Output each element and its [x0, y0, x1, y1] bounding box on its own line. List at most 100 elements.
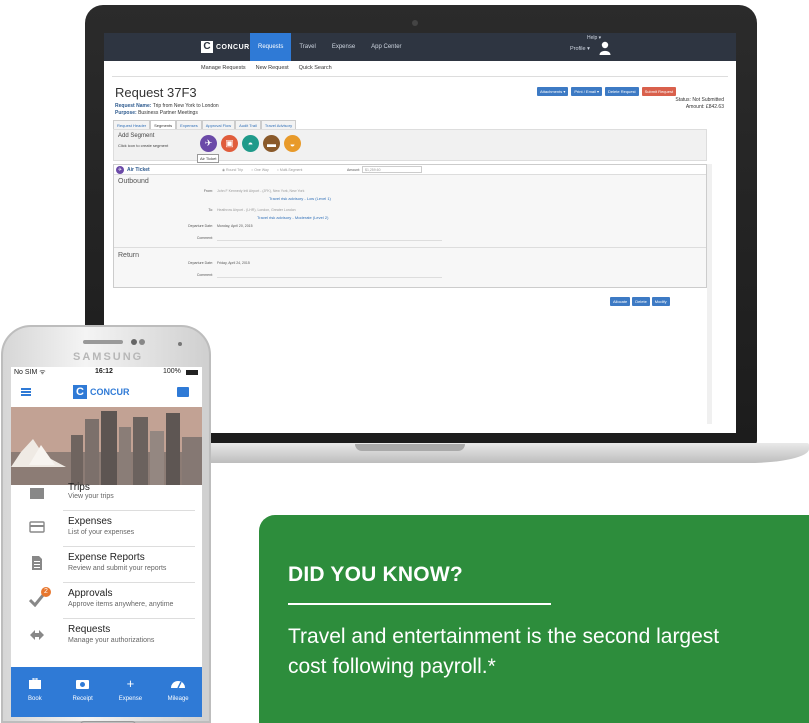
camera-icon [59, 676, 107, 690]
segment-icons: ✈ ▣ ◓ ▬ ◒ [200, 135, 301, 152]
hotel-bed-icon[interactable]: ▬ [263, 135, 280, 152]
concur-logo-icon: C [73, 385, 87, 399]
to-field[interactable]: Heathrow Airport - (LHR), London, Greate… [217, 208, 296, 212]
approvals-badge: 2 [41, 587, 51, 597]
did-you-know-card: DID YOU KNOW? Travel and entertainment i… [259, 515, 809, 723]
return-comment-label: Comment: [196, 273, 213, 277]
return-departure-date[interactable]: Friday, April 24, 2015 [217, 261, 250, 265]
car-icon[interactable]: ◓ [242, 135, 259, 152]
amount-field[interactable]: $1,259.60 [362, 166, 422, 173]
from-advisory-link[interactable]: Travel risk advisory - Low (Level 1) [269, 196, 331, 201]
modify-button[interactable]: Modify [651, 297, 670, 306]
tab-label: Mileage [167, 696, 189, 702]
tab-label: Expense [118, 696, 143, 702]
menu-item-expense-reports[interactable]: Expense Reports Review and submit your r… [11, 547, 202, 583]
profile-menu[interactable]: Profile ▾ [570, 46, 590, 52]
hamburger-menu-icon[interactable] [21, 388, 31, 396]
menu-subtitle: Manage your authorizations [68, 637, 155, 644]
print-email-button[interactable]: Print / Email ▾ [571, 87, 603, 96]
nav-app-center[interactable]: App Center [363, 33, 409, 61]
air-ticket-header: ✈ Air Ticket ◉ Round Trip ○ One Way ○ Mu… [114, 165, 706, 175]
radio-round-trip[interactable]: ◉ Round Trip [222, 168, 243, 172]
callout-underline [288, 603, 551, 605]
user-avatar-icon[interactable] [599, 41, 611, 55]
laptop-camera [412, 20, 418, 26]
mobile-app-screen: No SIM ᯤ 16:12 100% C CONCUR Trips View … [11, 367, 202, 717]
delete-button[interactable]: Delete [632, 297, 650, 306]
subnav-new-request[interactable]: New Request [256, 65, 289, 71]
menu-item-approvals[interactable]: 2 Approvals Approve items anywhere, anyt… [11, 583, 202, 619]
allocate-button[interactable]: Allocate [610, 297, 631, 306]
menu-title: Expense Reports [68, 552, 145, 563]
radio-multi-segment[interactable]: ○ Multi-Segment [277, 168, 303, 172]
suitcase-icon [30, 488, 44, 499]
main-nav: Requests Travel Expense App Center [250, 33, 410, 61]
mobile-header: C CONCUR [11, 379, 202, 405]
concur-logo[interactable]: C CONCUR [201, 40, 250, 54]
taxi-icon[interactable]: ◒ [284, 135, 301, 152]
arrows-icon [30, 630, 44, 640]
radio-one-way[interactable]: ○ One Way [251, 168, 269, 172]
phone-sensor [139, 339, 145, 345]
phone-camera [131, 339, 137, 345]
tab-label: Book [28, 696, 42, 702]
phone-frame: SAMSUNG No SIM ᯤ 16:12 100% C CONCUR Tri… [1, 325, 211, 723]
chat-icon[interactable] [177, 387, 189, 397]
one-way-label: One Way [254, 168, 269, 172]
return-title: Return [118, 252, 140, 259]
battery-icon [186, 370, 198, 375]
subnav-manage-requests[interactable]: Manage Requests [201, 65, 246, 71]
divider [114, 247, 706, 248]
request-name-label: Request Name: [115, 103, 152, 109]
concur-logo: C CONCUR [73, 385, 130, 399]
speedometer-icon [154, 676, 202, 690]
outbound-comment-field[interactable] [217, 240, 442, 241]
plus-icon: + [126, 675, 135, 691]
train-icon[interactable]: ▣ [221, 135, 238, 152]
to-advisory-link[interactable]: Travel risk advisory - Moderate (Level 2… [257, 215, 328, 220]
trip-type-options: ◉ Round Trip ○ One Way ○ Multi-Segment [222, 168, 302, 172]
menu-item-requests[interactable]: Requests Manage your authorizations [11, 619, 202, 655]
scrollbar[interactable] [707, 164, 712, 424]
suitcase-icon [11, 676, 59, 690]
bottom-tab-bar: Book Receipt + Expense Mileage [11, 667, 202, 717]
delete-request-button[interactable]: Delete Request [605, 87, 639, 96]
app-topbar [104, 33, 736, 61]
submit-request-button[interactable]: Submit Request [641, 87, 677, 96]
to-label: To: [208, 208, 213, 212]
from-label: From: [203, 189, 213, 193]
return-comment-field[interactable] [217, 277, 442, 278]
nav-requests[interactable]: Requests [250, 33, 292, 61]
menu-subtitle: View your trips [68, 493, 114, 500]
callout-title: DID YOU KNOW? [288, 563, 463, 586]
nav-travel[interactable]: Travel [291, 33, 323, 61]
from-field[interactable]: John F Kennedy Intl Airport - (JFK), New… [217, 189, 304, 193]
attachments-button[interactable]: Attachments ▾ [537, 87, 569, 96]
tab-book[interactable]: Book [11, 667, 59, 717]
segment-actions: Allocate Delete Modify [610, 297, 670, 306]
menu-subtitle: Review and submit your reports [68, 565, 167, 572]
nav-expense[interactable]: Expense [324, 33, 363, 61]
request-purpose-value: Business Partner Meetings [138, 110, 198, 116]
tab-expense[interactable]: + Expense [107, 667, 155, 717]
multi-segment-label: Multi-Segment [279, 168, 303, 172]
tab-label: Receipt [72, 696, 93, 702]
round-trip-label: Round Trip [226, 168, 244, 172]
request-title: Request 37F3 [115, 85, 197, 100]
menu-title: Expenses [68, 516, 112, 527]
request-name-value: Trip from New York to London [152, 103, 219, 109]
outbound-departure-date[interactable]: Monday, April 20, 2015 [217, 224, 253, 228]
tab-mileage[interactable]: Mileage [154, 667, 202, 717]
menu-subtitle: Approve items anywhere, anytime [68, 601, 174, 608]
airplane-icon[interactable]: ✈ [200, 135, 217, 152]
request-name: Request Name: Trip from New York to Lond… [115, 103, 219, 109]
phone-sensor [178, 342, 182, 346]
divider [112, 76, 728, 77]
tab-receipt[interactable]: Receipt [59, 667, 107, 717]
add-segment-panel: Add Segment Click icon to create segment… [113, 129, 707, 163]
concur-logo-icon: C [201, 41, 213, 53]
menu-item-expenses[interactable]: Expenses List of your expenses [11, 511, 202, 547]
subnav-quick-search[interactable]: Quick Search [299, 65, 332, 71]
request-purpose-label: Purpose: [115, 110, 137, 116]
outbound-title: Outbound [118, 178, 149, 185]
